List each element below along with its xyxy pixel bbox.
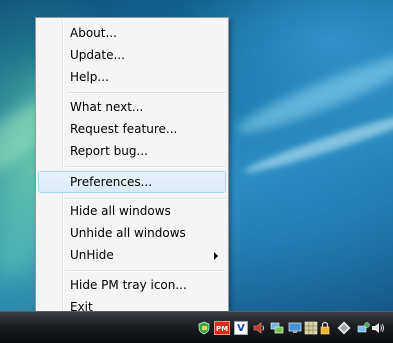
menu-item-request-feature[interactable]: Request feature...: [38, 118, 226, 140]
diamond-icon[interactable]: [337, 321, 351, 335]
menu-separator: [66, 270, 226, 272]
wallpaper-streak: [242, 105, 393, 179]
submenu-arrow-icon: [214, 252, 218, 260]
menu-item-unhide-submenu[interactable]: UnHide: [38, 244, 226, 266]
network-icon[interactable]: [270, 321, 284, 335]
menu-separator: [66, 92, 226, 94]
menu-item-about[interactable]: About...: [38, 22, 226, 44]
speaker-icon[interactable]: [252, 321, 266, 335]
menu-item-help[interactable]: Help...: [38, 66, 226, 88]
taskbar: PM V: [0, 311, 393, 343]
menu-item-report-bug[interactable]: Report bug...: [38, 140, 226, 162]
menu-item-what-next[interactable]: What next...: [38, 96, 226, 118]
menu-item-preferences[interactable]: Preferences...: [38, 171, 226, 193]
menu-item-unhide-all-windows[interactable]: Unhide all windows: [38, 222, 226, 244]
safely-remove-icon[interactable]: [356, 321, 370, 335]
pm-app-icon[interactable]: PM: [214, 321, 230, 335]
wallpaper-streak: [232, 43, 393, 143]
menu-item-hide-all-windows[interactable]: Hide all windows: [38, 200, 226, 222]
volume-icon[interactable]: [371, 321, 385, 335]
v-app-icon[interactable]: V: [234, 321, 248, 335]
menu-item-hide-pm-tray-icon[interactable]: Hide PM tray icon...: [38, 274, 226, 296]
tray-context-menu: About... Update... Help... What next... …: [35, 17, 229, 320]
menu-item-update[interactable]: Update...: [38, 44, 226, 66]
monitor-icon[interactable]: [288, 321, 302, 335]
lock-icon[interactable]: [318, 321, 332, 335]
grid-icon[interactable]: [304, 321, 318, 335]
menu-separator: [66, 166, 226, 168]
menu-item-label: UnHide: [70, 248, 114, 262]
shield-icon[interactable]: [197, 321, 211, 335]
